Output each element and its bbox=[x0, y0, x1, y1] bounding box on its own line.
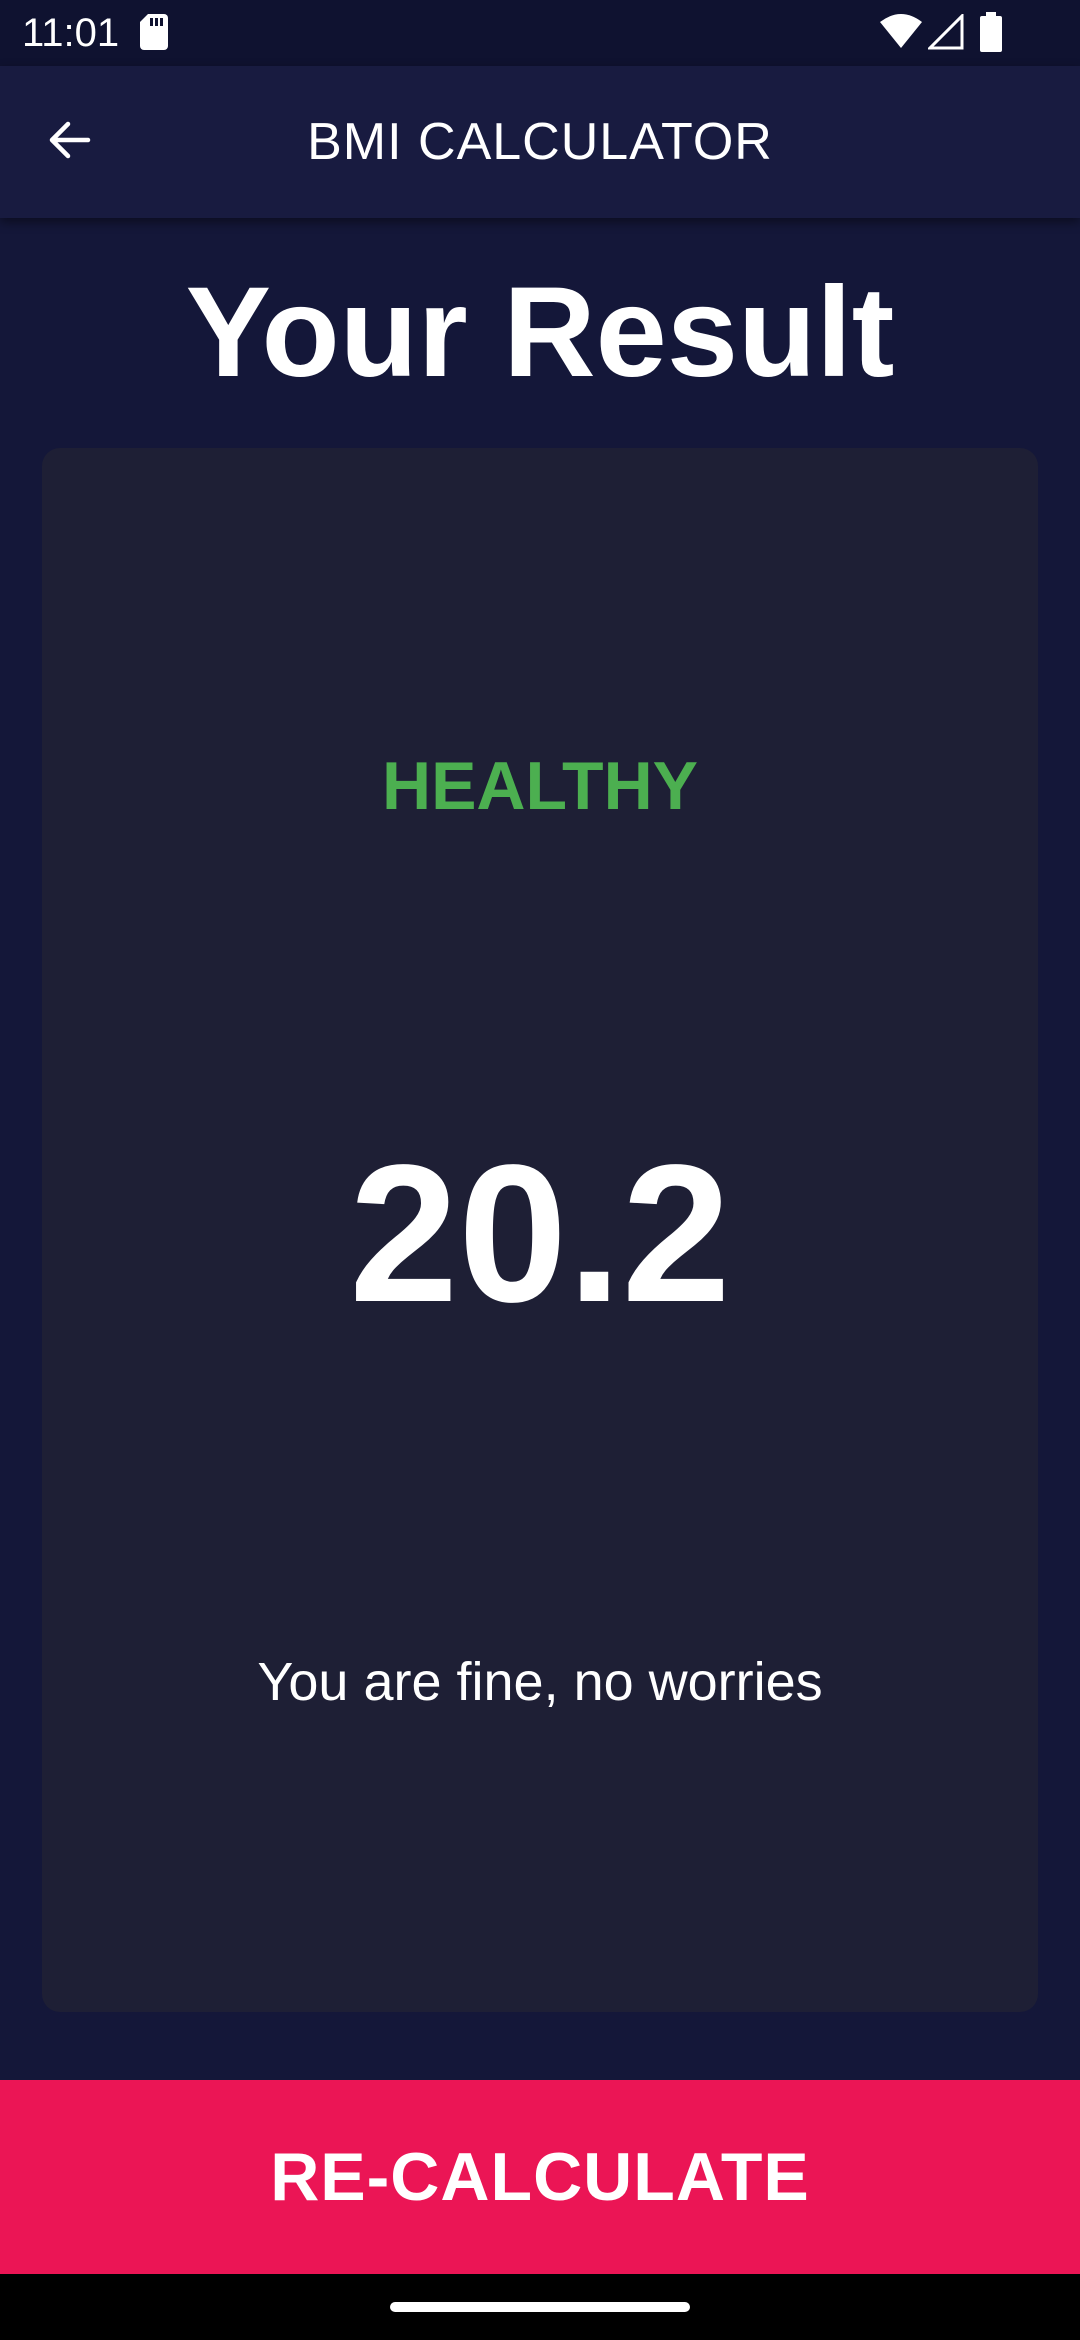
back-button[interactable] bbox=[30, 102, 110, 182]
result-card: HEALTHY 20.2 You are fine, no worries bbox=[42, 448, 1038, 2012]
recalculate-button[interactable]: RE-CALCULATE bbox=[0, 2080, 1080, 2274]
bmi-value: 20.2 bbox=[349, 1124, 731, 1343]
app-title: BMI CALCULATOR bbox=[307, 113, 773, 171]
page-title: Your Result bbox=[185, 261, 895, 404]
app-bar: BMI CALCULATOR bbox=[0, 66, 1080, 218]
arrow-left-icon bbox=[46, 116, 94, 169]
sd-card-icon bbox=[140, 14, 168, 55]
status-time: 11:01 bbox=[22, 11, 120, 55]
result-message: You are fine, no worries bbox=[257, 1652, 823, 1712]
wifi-icon bbox=[880, 14, 922, 55]
result-status-label: HEALTHY bbox=[381, 748, 699, 824]
battery-icon bbox=[980, 12, 1002, 57]
cell-signal-icon bbox=[926, 12, 964, 55]
home-indicator[interactable] bbox=[390, 2302, 690, 2312]
status-bar: 11:01 bbox=[0, 0, 1080, 66]
navigation-bar bbox=[0, 2274, 1080, 2340]
